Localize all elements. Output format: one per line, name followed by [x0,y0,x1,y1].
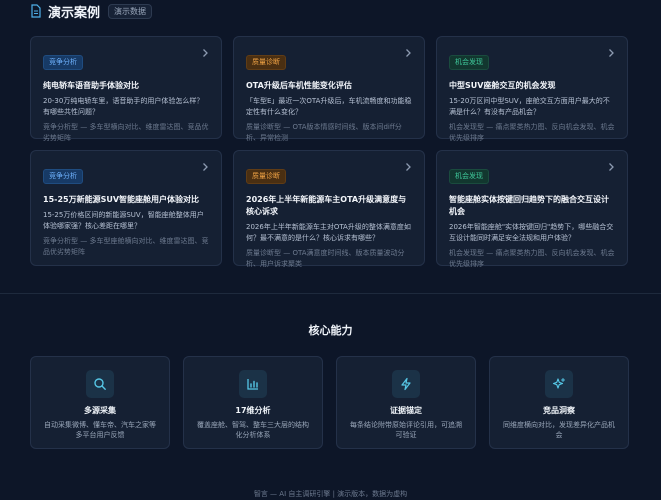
case-card[interactable]: 竞争分析 纯电轿车语音助手体验对比 20-30万纯电轿车里，语音助手的用户体验怎… [30,36,222,142]
case-grid: 竞争分析 纯电轿车语音助手体验对比 20-30万纯电轿车里，语音助手的用户体验怎… [30,36,629,268]
case-meta: 质量诊断型 — OTA版本情感时间线、版本间diff分析、异常检测 [246,123,402,142]
case-question: 15-20万区间中型SUV，座舱交互方面用户最大的不满是什么？有没有产品机会？ [449,97,610,116]
lightning-icon [392,370,420,398]
case-question: 15-25万价格区间的新能源SUV，智能座舱整体用户体验哪家强？核心差距在哪里？ [43,211,204,230]
case-title: 智能座舱实体按键回归趋势下的融合交互设计机会 [449,195,609,216]
chevron-right-icon [406,163,411,171]
capability-card: 17维分析 覆盖座舱、智驾、整车三大层的结构化分析体系 [183,356,323,449]
capabilities-title: 核心能力 [308,324,353,337]
capability-desc: 自动采集微博、懂车帝、汽车之家等多平台用户反馈 [44,421,156,439]
chevron-right-icon [203,49,208,57]
demo-data-badge: 演示数据 [108,3,153,19]
chevron-right-icon [609,163,614,171]
capability-grid: 多源采集 自动采集微博、懂车帝、汽车之家等多平台用户反馈 17维分析 覆盖座舱、… [30,356,629,449]
search-icon [86,370,114,398]
case-title: OTA升级后车机性能变化评估 [246,81,352,90]
case-meta: 质量诊断型 — OTA满意度时间线、版本质量波动分析、用户诉求聚类 [246,249,405,268]
case-meta: 机会发现型 — 痛点聚类热力图、反向机会发现、机会优先级排序 [449,123,615,142]
capability-name: 多源采集 [84,406,116,415]
case-card[interactable]: 质量诊断 OTA升级后车机性能变化评估 「车型E」最近一次OTA升级后，车机流畅… [233,36,425,142]
case-title: 2026年上半年新能源车主OTA升级满意度与核心诉求 [246,195,407,216]
capability-name: 证据锚定 [390,406,422,415]
case-title: 15-25万新能源SUV智能座舱用户体验对比 [43,195,200,204]
capability-desc: 覆盖座舱、智驾、整车三大层的结构化分析体系 [197,421,309,439]
case-card[interactable]: 机会发现 中型SUV座舱交互的机会发现 15-20万区间中型SUV，座舱交互方面… [436,36,628,142]
case-title: 中型SUV座舱交互的机会发现 [449,81,556,90]
capability-desc: 每条结论附带原始评论引用，可追溯可验证 [350,421,462,439]
case-tag: 机会发现 [449,55,489,70]
case-question: 2026年上半年新能源车主对OTA升级的整体满意度如何？最不满意的是什么？核心诉… [246,223,411,242]
capability-card: 多源采集 自动采集微博、懂车帝、汽车之家等多平台用户反馈 [30,356,170,449]
case-question: 20-30万纯电轿车里，语音助手的用户体验怎么样？有哪些共性问题？ [43,97,204,116]
capability-card: 竞品洞察 同维度横向对比，发现差异化产品机会 [489,356,629,449]
case-card[interactable]: 竞争分析 15-25万新能源SUV智能座舱用户体验对比 15-25万价格区间的新… [30,150,222,266]
capability-card: 证据锚定 每条结论附带原始评论引用，可追溯可验证 [336,356,476,449]
case-tag: 质量诊断 [246,169,286,184]
chevron-right-icon [203,163,208,171]
case-card[interactable]: 机会发现 智能座舱实体按键回归趋势下的融合交互设计机会 2026年智能座舱"实体… [436,150,628,268]
bar-chart-icon [239,370,267,398]
section-title: 演示案例 [48,5,101,21]
section-header: 演示案例 演示数据 [30,2,153,21]
case-question: 2026年智能座舱"实体按键回归"趋势下，哪些融合交互设计能同时满足安全法规和用… [449,223,614,242]
case-tag: 竞争分析 [43,169,83,184]
chevron-right-icon [406,49,411,57]
case-meta: 竞争分析型 — 多车型横向对比、维度雷达图、竞品优劣势矩阵 [43,123,209,142]
footer-text: 智言 — AI 自主调研引擎 | 演示版本，数据为虚构 [253,490,408,498]
chevron-right-icon [609,49,614,57]
section-divider [0,293,661,294]
case-tag: 质量诊断 [246,55,286,70]
case-card[interactable]: 质量诊断 2026年上半年新能源车主OTA升级满意度与核心诉求 2026年上半年… [233,150,425,268]
capability-desc: 同维度横向对比，发现差异化产品机会 [503,421,615,439]
case-title: 纯电轿车语音助手体验对比 [43,81,139,90]
case-tag: 机会发现 [449,169,489,184]
capability-name: 竞品洞察 [543,406,575,415]
capability-name: 17维分析 [235,406,271,415]
case-tag: 竞争分析 [43,55,83,70]
document-icon [31,4,41,18]
case-meta: 竞争分析型 — 多车型座舱横向对比、维度雷达图、竞品优劣势矩阵 [43,237,209,256]
case-question: 「车型E」最近一次OTA升级后，车机流畅度和功能稳定性有什么变化？ [246,97,412,116]
case-meta: 机会发现型 — 痛点聚类热力图、反向机会发现、机会优先级排序 [449,249,615,268]
sparkles-icon [545,370,573,398]
